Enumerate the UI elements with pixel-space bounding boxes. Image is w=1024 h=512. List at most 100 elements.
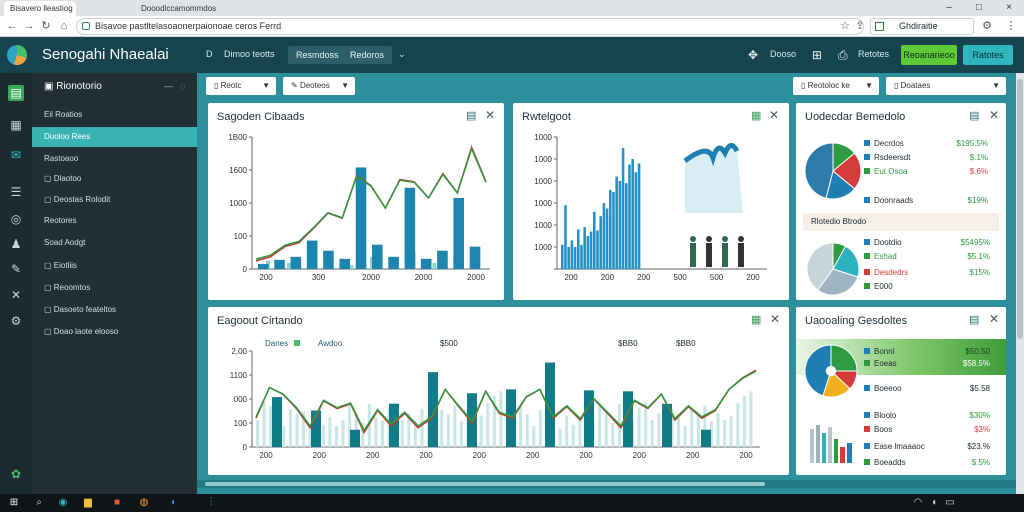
chart-app-icon[interactable]: ⫶	[205, 497, 217, 509]
legend-swatch	[864, 197, 870, 203]
header-right-link-1[interactable]: Dooso	[770, 49, 796, 59]
bar-secondary	[321, 424, 325, 447]
sidebar-settings-icon[interactable]: ◌	[180, 81, 185, 91]
series-line-secondary	[255, 146, 487, 260]
sidebar-item-1[interactable]: Eil Roatios	[32, 105, 197, 125]
scrollbar-thumb[interactable]	[205, 482, 765, 486]
reload-icon[interactable]: ↻	[39, 19, 53, 33]
calendar-icon[interactable]: ▦	[8, 117, 24, 133]
bar-secondary	[723, 420, 727, 447]
bar-secondary	[341, 420, 345, 447]
close-window-icon[interactable]: ×	[994, 0, 1024, 16]
bar-secondary	[650, 420, 654, 447]
maximize-icon[interactable]: □	[964, 0, 994, 16]
sidebar-item-8[interactable]: ▢ Eiotliis	[32, 256, 197, 276]
app-icon[interactable]: ◐	[168, 497, 180, 509]
app-header: Senogahi Nhaealai D Dimoo teotts Resmdos…	[0, 37, 1024, 73]
chevron-down-icon[interactable]: ⌄	[398, 49, 406, 60]
menu-icon[interactable]: ⋮	[1004, 19, 1018, 33]
bar	[621, 148, 625, 269]
close-icon[interactable]: ✕	[989, 109, 999, 121]
wifi-icon[interactable]: ◠	[912, 497, 924, 509]
star-icon[interactable]: ☆	[838, 19, 852, 33]
bar-secondary	[644, 402, 648, 447]
header-pill-2[interactable]: Redoros	[342, 46, 393, 64]
edit-icon: ✎	[291, 81, 300, 90]
print-icon[interactable]: ⎙	[838, 48, 848, 62]
header-right-link-2[interactable]: Retotes	[858, 49, 889, 59]
bar-secondary	[519, 405, 523, 447]
battery-icon[interactable]: ▭	[944, 497, 956, 509]
x-tick-label: 2000	[415, 273, 433, 282]
edge-icon[interactable]: ◉	[57, 497, 69, 509]
folder-icon[interactable]: ▆	[82, 497, 94, 509]
secondary-action-button[interactable]: Ratotes	[963, 45, 1013, 65]
volume-icon[interactable]: ◖	[928, 497, 940, 509]
sidebar-item-11[interactable]: ▢ Doao laote elooso	[32, 322, 197, 342]
home-icon[interactable]: ⌂	[57, 19, 71, 33]
sidebar-item-6[interactable]: Reotores	[32, 211, 197, 231]
summary-label: Eoeas	[874, 359, 897, 368]
legend-item: Decrdos	[864, 139, 904, 149]
profile-field[interactable]: Ghdiraitie	[870, 18, 974, 35]
header-link[interactable]: Dimoo teotts	[224, 49, 275, 59]
sidebar-collapse-icon[interactable]: —	[164, 81, 173, 91]
summary-value: $23.%	[967, 442, 990, 451]
illustration-bar	[828, 427, 832, 463]
bar-secondary	[374, 417, 378, 447]
search-icon[interactable]: ⌕	[33, 497, 45, 509]
sidebar-item-4[interactable]: ▢ Dlaotoo	[32, 169, 197, 189]
compass-icon[interactable]: ◎	[8, 211, 24, 227]
inbox-icon[interactable]: ✉	[8, 147, 24, 163]
back-icon[interactable]: ←	[5, 19, 19, 33]
sidebar-item-7[interactable]: Soad Aodgt	[32, 233, 197, 253]
move-icon[interactable]: ✥	[748, 48, 758, 62]
bar-secondary	[262, 401, 266, 447]
export-icon[interactable]: ▤	[969, 110, 979, 122]
bar	[609, 189, 612, 269]
export-icon[interactable]: ▤	[969, 314, 979, 326]
sync-icon[interactable]: ✿	[8, 466, 24, 482]
grid-icon[interactable]: ⊞	[812, 48, 822, 62]
tab-2-label: Dooodlccamommdos	[141, 4, 217, 13]
sidebar-item-3[interactable]: Rastoaoo	[32, 149, 197, 169]
bar-secondary	[578, 417, 582, 447]
extension-icon[interactable]: ⚙	[980, 19, 994, 33]
x-tick-label: 300	[312, 273, 326, 282]
user-icon[interactable]: ♟	[8, 236, 24, 252]
filter-dropdown-1[interactable]: ▯ Reotc ▼	[206, 77, 276, 95]
sidebar-item-5[interactable]: ▢ Deostas Rolodit	[32, 190, 197, 210]
list-icon[interactable]: ☰	[8, 184, 24, 200]
summary-label: Boos	[874, 425, 893, 434]
scrollbar-thumb[interactable]	[1017, 79, 1023, 339]
vertical-scrollbar[interactable]	[1016, 73, 1024, 494]
settings-icon[interactable]: ⚙	[8, 313, 24, 329]
browser-tab-1[interactable]: Bisavero lleastiog×	[4, 1, 76, 16]
minimize-icon[interactable]: –	[934, 0, 964, 16]
forward-icon[interactable]: →	[22, 19, 36, 33]
windows-start-icon[interactable]: ⊞	[8, 497, 20, 509]
dashboard-icon[interactable]: ▤	[8, 85, 24, 101]
sidebar-item-10[interactable]: ▢ Dasoeto feateltos	[32, 300, 197, 320]
close-icon[interactable]: ✕	[989, 313, 999, 325]
primary-action-button[interactable]: Reoanarieoo	[901, 45, 957, 65]
browser-tabbar: Bisavero lleastiog× Dooodlccamommdos× – …	[0, 0, 1024, 16]
edit-icon[interactable]: ✎	[8, 261, 24, 277]
chrome-icon[interactable]: ◍	[138, 497, 150, 509]
header-power-icon[interactable]: D	[206, 49, 213, 59]
legend-label: Dootdio	[874, 238, 902, 247]
filter-dropdown-3[interactable]: ▯ Reotoloc ke ▼	[793, 77, 879, 95]
store-icon[interactable]: ■	[111, 497, 123, 509]
horizontal-scrollbar[interactable]	[197, 480, 1016, 488]
filter-dropdown-2[interactable]: ✎ Deoteos ▼	[283, 77, 355, 95]
sidebar-item-9[interactable]: ▢ Reoomtos	[32, 278, 197, 298]
close-icon[interactable]: ×	[226, 4, 227, 13]
tools-icon[interactable]: ✕	[8, 287, 24, 303]
header-pill-1[interactable]: Resmdoss	[288, 46, 347, 64]
browser-tab-2[interactable]: Dooodlccamommdos ×	[135, 1, 227, 16]
sidebar-item-2[interactable]: Duoloo Rees	[32, 127, 197, 147]
legend-swatch	[864, 443, 870, 449]
share-icon[interactable]: ⇪	[853, 19, 867, 33]
filter-dropdown-4[interactable]: ▯ Doataes ▼	[886, 77, 1006, 95]
url-field[interactable]: Bisavoe pastltelasoaonerpaionoae ceros F…	[76, 18, 864, 35]
